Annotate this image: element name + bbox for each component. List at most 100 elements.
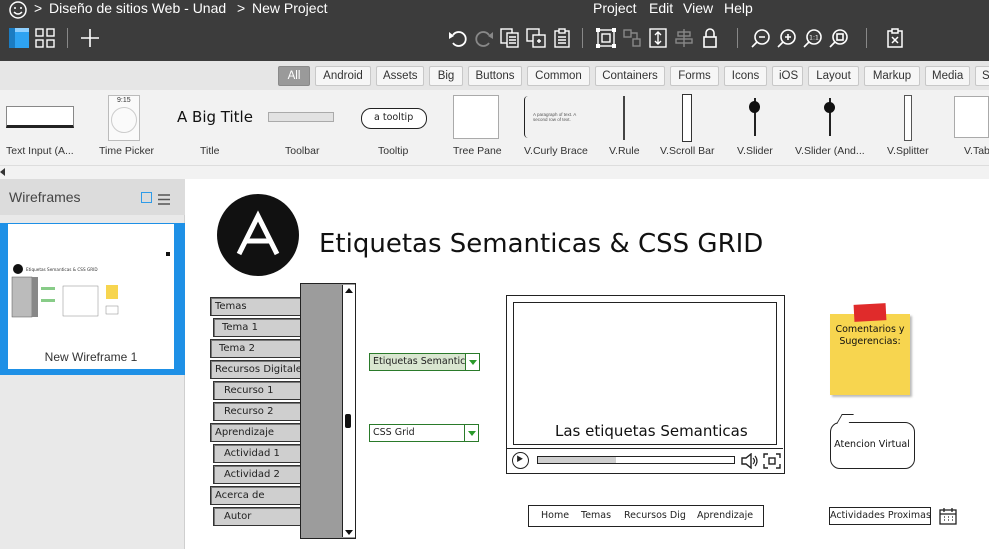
filter-assets[interactable]: Assets: [376, 66, 424, 86]
filter-big[interactable]: Big: [429, 66, 463, 86]
group-icon[interactable]: [595, 27, 617, 49]
filter-buttons[interactable]: Buttons: [468, 66, 522, 86]
curly-brace-icon: [524, 96, 532, 138]
chevron-down-icon[interactable]: [465, 354, 479, 370]
zoom-out-icon[interactable]: [750, 27, 772, 49]
volume-icon[interactable]: [741, 452, 759, 470]
list-view-icon[interactable]: [158, 192, 170, 205]
nav-scroll-thumb[interactable]: [345, 414, 351, 428]
filter-more[interactable]: S: [975, 66, 989, 86]
align-icon[interactable]: [673, 27, 695, 49]
lock-icon[interactable]: [699, 27, 721, 49]
add-icon[interactable]: [79, 27, 101, 49]
video-player[interactable]: Las etiquetas Semanticas: [506, 295, 785, 474]
callout-bubble[interactable]: Atencion Virtual: [830, 422, 915, 469]
library-item-label: Text Input (A...: [6, 145, 74, 157]
library-item-text-input[interactable]: Text Input (A...: [0, 90, 80, 165]
semantic-tags-dropdown[interactable]: Etiquetas Semanticas: [369, 353, 480, 371]
menu-help[interactable]: Help: [724, 0, 753, 16]
chevron-down-icon[interactable]: [464, 425, 478, 441]
clear-clipboard-icon[interactable]: [884, 27, 906, 49]
zoom-in-icon[interactable]: [776, 27, 798, 49]
copy-icon[interactable]: [499, 27, 521, 49]
fullscreen-icon[interactable]: [763, 453, 781, 469]
library-item-v-scroll-bar[interactable]: V.Scroll Bar: [655, 90, 725, 165]
filter-containers[interactable]: Containers: [595, 66, 665, 86]
filter-ios[interactable]: iOS: [772, 66, 803, 86]
filter-forms[interactable]: Forms: [670, 66, 719, 86]
project-name-link[interactable]: Diseño de sitios Web - Unad: [49, 0, 226, 16]
zoom-actual-icon[interactable]: 1:1: [802, 27, 824, 49]
library-item-v-splitter[interactable]: V.Splitter: [880, 90, 935, 165]
filter-markup[interactable]: Markup: [864, 66, 920, 86]
nav-scroll-track[interactable]: [342, 285, 355, 537]
ui-library-strip: Text Input (A... 9:15 Time Picker A Big …: [0, 90, 989, 165]
toolbar-divider: [67, 28, 68, 48]
nav-item-temas[interactable]: Temas: [210, 297, 302, 316]
bottom-nav-home[interactable]: Home: [541, 510, 569, 521]
library-item-title[interactable]: A Big Title Title: [170, 90, 253, 165]
library-scrollbar[interactable]: [0, 165, 989, 179]
logo-icon[interactable]: [217, 194, 299, 276]
play-icon[interactable]: [512, 452, 529, 469]
undo-icon[interactable]: [447, 27, 469, 49]
scroll-down-icon[interactable]: [345, 530, 353, 535]
filter-icons[interactable]: Icons: [724, 66, 767, 86]
bottom-nav-aprendizaje[interactable]: Aprendizaje: [697, 510, 753, 521]
nav-item-tema-2[interactable]: Tema 2: [210, 339, 302, 358]
scroll-up-icon[interactable]: [345, 288, 353, 293]
menu-edit[interactable]: Edit: [649, 0, 673, 16]
nav-item-actividad-1[interactable]: Actividad 1: [213, 444, 302, 463]
paste-icon[interactable]: [551, 27, 573, 49]
filter-layout[interactable]: Layout: [808, 66, 859, 86]
nav-item-aprendizaje[interactable]: Aprendizaje: [210, 423, 302, 442]
activities-button[interactable]: Actividades Proximas: [829, 507, 931, 525]
redo-icon[interactable]: [473, 27, 495, 49]
library-item-v-slider[interactable]: V.Slider: [730, 90, 780, 165]
nav-item-tema-1[interactable]: Tema 1: [213, 318, 302, 337]
nav-item-actividad-2[interactable]: Actividad 2: [213, 465, 302, 484]
library-item-v-slider-android[interactable]: V.Slider (And...: [790, 90, 870, 165]
zoom-fit-icon[interactable]: [828, 27, 850, 49]
filter-common[interactable]: Common: [527, 66, 590, 86]
ungroup-icon[interactable]: [621, 27, 643, 49]
sticky-note[interactable]: Comentarios y Sugerencias:: [830, 303, 910, 395]
thumbnail-view-icon[interactable]: [141, 192, 152, 203]
duplicate-icon[interactable]: [525, 27, 547, 49]
library-item-label: V.Tabs: [964, 145, 989, 157]
nav-item-autor[interactable]: Autor: [213, 507, 302, 526]
menu-project[interactable]: Project: [593, 0, 637, 16]
wireframe-thumbnail[interactable]: Etiquetas Semanticas & CSS GRID New Wire…: [8, 224, 174, 369]
nav-item-recursos-digitales[interactable]: Recursos Digitales: [210, 360, 307, 379]
smiley-icon[interactable]: [8, 0, 28, 20]
nav-item-acerca-de[interactable]: Acerca de: [210, 486, 302, 505]
page-name-link[interactable]: New Project: [252, 0, 327, 16]
bottom-nav-recursos-dig[interactable]: Recursos Dig: [624, 510, 686, 521]
library-item-v-rule[interactable]: V.Rule: [605, 90, 645, 165]
nav-item-recurso-2[interactable]: Recurso 2: [213, 402, 302, 421]
resize-icon[interactable]: [647, 27, 669, 49]
page-title[interactable]: Etiquetas Semanticas & CSS GRID: [319, 229, 763, 259]
wireframe-thumbnail-card[interactable]: Etiquetas Semanticas & CSS GRID New Wire…: [0, 223, 185, 375]
library-item-tree-pane[interactable]: Tree Pane: [450, 90, 505, 165]
css-grid-dropdown[interactable]: CSS Grid: [369, 424, 479, 442]
library-item-toolbar[interactable]: Toolbar: [265, 90, 345, 165]
grid-view-icon[interactable]: [34, 27, 56, 49]
library-item-v-tabs[interactable]: V.Tabs: [950, 90, 989, 165]
wireframe-canvas[interactable]: Etiquetas Semanticas & CSS GRID Temas Te…: [186, 179, 989, 549]
filter-android[interactable]: Android: [315, 66, 371, 86]
library-item-time-picker[interactable]: 9:15 Time Picker: [95, 90, 155, 165]
bottom-nav-bar[interactable]: Home Temas Recursos Dig Aprendizaje: [528, 505, 764, 527]
bottom-nav-temas[interactable]: Temas: [581, 510, 611, 521]
nav-item-recurso-1[interactable]: Recurso 1: [213, 381, 302, 400]
toolbar-divider: [737, 28, 738, 48]
navigation-menu[interactable]: Temas Tema 1 Tema 2 Recursos Digitales R…: [210, 283, 360, 539]
library-item-v-curly-brace[interactable]: A paragraph of text. A second row of tex…: [520, 90, 595, 165]
scroll-left-icon[interactable]: [0, 168, 5, 176]
filter-media[interactable]: Media: [925, 66, 970, 86]
calendar-icon[interactable]: [939, 507, 957, 525]
menu-view[interactable]: View: [683, 0, 713, 16]
filter-all[interactable]: All: [278, 66, 310, 86]
library-item-tooltip[interactable]: a tooltip Tooltip: [355, 90, 435, 165]
single-view-icon[interactable]: [8, 27, 30, 49]
